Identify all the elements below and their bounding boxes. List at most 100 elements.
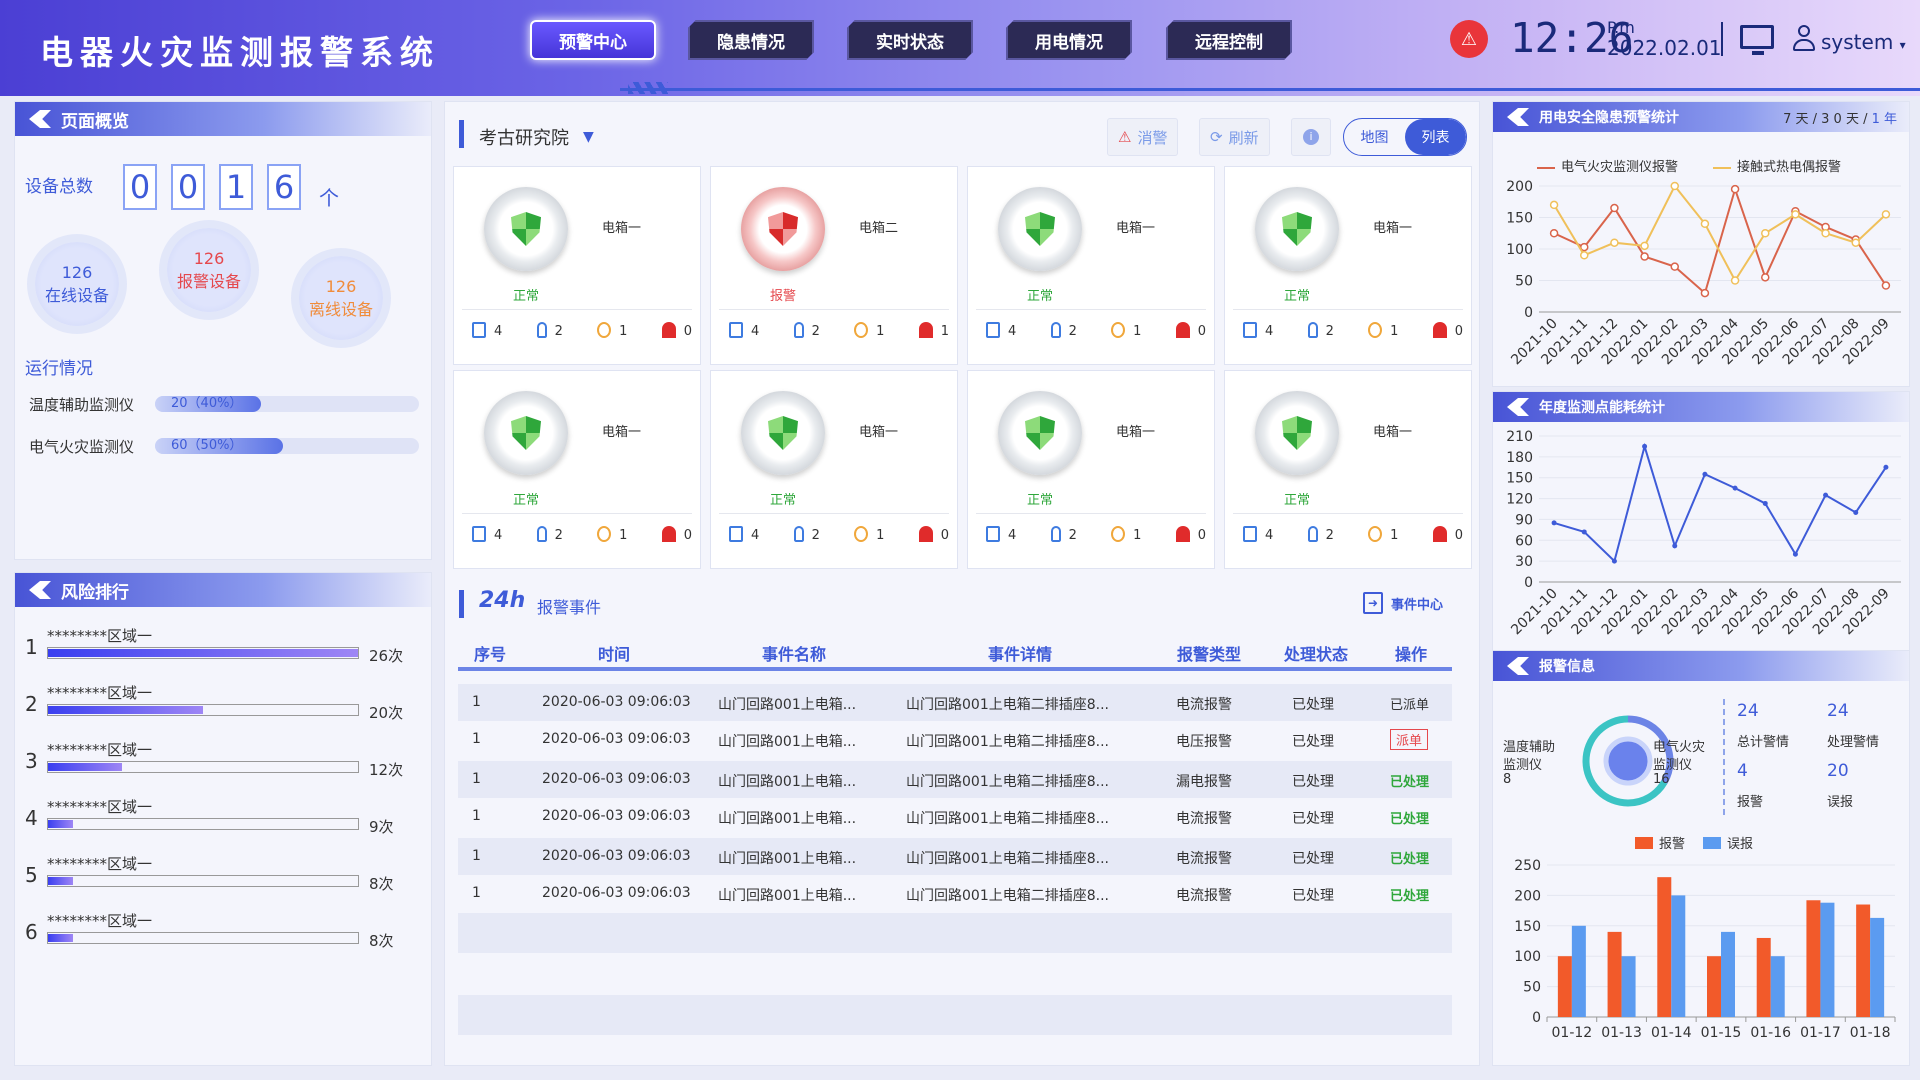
breaker-count: 4: [729, 526, 759, 543]
bar: [1671, 895, 1686, 1017]
device-card[interactable]: 电箱一 正常 4 2 1 0: [967, 370, 1215, 569]
status-shield-badge: [1255, 391, 1339, 475]
device-card[interactable]: 电箱一 正常 4 2 1 0: [967, 166, 1215, 365]
bar: [1707, 956, 1721, 1017]
location-dropdown[interactable]: 考古研究院 ▼: [479, 124, 594, 150]
clear-alarm-button[interactable]: ⚠ 消警: [1107, 118, 1179, 156]
device-card[interactable]: 电箱一 正常 4 2 1 0: [453, 370, 701, 569]
legend-swatch: [1635, 836, 1653, 849]
table-row[interactable]: 1 2020-06-03 09:06:03 山门回路001上电箱... 山门回路001…: [458, 761, 1452, 798]
siren-icon: [661, 322, 676, 338]
breaker-icon: [1243, 322, 1257, 338]
alarm-siren-icon[interactable]: ⚠: [1450, 20, 1488, 58]
rank-count: 9次: [369, 818, 394, 836]
legend-false-label: 误报: [1727, 837, 1754, 852]
device-name: 电箱一: [1373, 425, 1413, 440]
donut-center: [1603, 736, 1653, 786]
alarm-info-title-bar: 报警信息: [1493, 651, 1909, 681]
x-tick-label: 01-13: [1601, 1025, 1642, 1041]
stat-value: 4: [1008, 528, 1017, 543]
alarm-devices-bubble[interactable]: 126 报警设备: [167, 228, 251, 312]
shield-icon: [768, 212, 798, 246]
breaker-icon: [1243, 526, 1257, 542]
y-tick-label: 200: [1506, 179, 1533, 195]
table-row[interactable]: 1 2020-06-03 09:06:03 山门回路001上电箱... 山门回路001…: [458, 721, 1452, 758]
nav-power-usage[interactable]: 用电情况: [1006, 20, 1132, 60]
energy-line-chart: 03060901201501802102021-102021-112021-12…: [1506, 429, 1901, 638]
energy-panel: 年度监测点能耗统计 0 30 60 90 120 150 180 210 2021-10 2021…: [1492, 391, 1910, 651]
leakage-count: 1: [1368, 322, 1398, 339]
monitor-icon[interactable]: [1740, 25, 1774, 55]
table-row[interactable]: 1 2020-06-03 09:06:03 山门回路001上电箱... 山门回路001…: [458, 684, 1452, 721]
stat-value: 0: [683, 528, 692, 543]
action-link[interactable]: 已处理: [1390, 885, 1429, 904]
action-link[interactable]: 派单: [1390, 729, 1429, 750]
rank-bar: [47, 875, 359, 887]
clock-ampm: P.m: [1607, 18, 1635, 37]
card-divider: [1233, 513, 1463, 514]
rank-number: 2: [25, 692, 38, 716]
events-accent: [459, 590, 464, 618]
refresh-icon: ⟳: [1210, 128, 1223, 146]
info-button[interactable]: i: [1291, 118, 1331, 156]
action-link[interactable]: 已派单: [1390, 694, 1429, 713]
nav-hazards[interactable]: 隐患情况: [688, 20, 814, 60]
cell-index: 1: [472, 771, 481, 787]
device-card[interactable]: 电箱一 正常 4 2 1 0: [1224, 370, 1472, 569]
online-devices-bubble[interactable]: 126 在线设备: [35, 242, 119, 326]
device-card[interactable]: 电箱一 正常 4 2 1 0: [1224, 166, 1472, 365]
alarm-devices-value: 126: [193, 248, 225, 268]
safety-stats-panel: 用电安全隐患预警统计 7 天 / 3 0 天 / 1 年 电气火灾监测仪报警 接…: [1492, 101, 1910, 387]
list-view-toggle[interactable]: 列表: [1405, 119, 1466, 155]
refresh-button[interactable]: ⟳ 刷新: [1199, 118, 1270, 156]
breaker-count: 4: [472, 526, 502, 543]
device-stats: 4 2 1 0: [986, 526, 1206, 543]
action-link[interactable]: 已处理: [1390, 771, 1429, 790]
nav-realtime-status[interactable]: 实时状态: [847, 20, 973, 60]
siren-icon: [1432, 322, 1447, 338]
user-menu[interactable]: system ▾: [1821, 30, 1906, 54]
alarm-count: 0: [661, 526, 692, 543]
time-range-switch[interactable]: 7 天 / 3 0 天 / 1 年: [1783, 108, 1897, 127]
table-row[interactable]: 1 2020-06-03 09:06:03 山门回路001上电箱... 山门回路001…: [458, 838, 1452, 875]
cell-event-name: 山门回路001上电箱...: [718, 734, 857, 750]
alarm-count: 0: [661, 322, 692, 339]
cell-index: 1: [472, 848, 481, 864]
device-name: 电箱一: [1373, 221, 1413, 236]
y-tick-label: 150: [1506, 211, 1533, 227]
event-center-link[interactable]: ➜ 事件中心: [1363, 592, 1443, 614]
temp-sensor-count: 2: [1050, 322, 1077, 339]
y-tick-label: 100: [1506, 242, 1533, 258]
action-link[interactable]: 已处理: [1390, 848, 1429, 867]
bar: [1856, 904, 1871, 1017]
device-total-digit: 0: [123, 164, 157, 210]
cell-time: 2020-06-03 09:06:03: [542, 808, 691, 824]
cell-status: 已处理: [1292, 774, 1334, 790]
table-row[interactable]: 1 2020-06-03 09:06:03 山门回路001上电箱... 山门回路001…: [458, 798, 1452, 835]
nav-warning-center[interactable]: 预警中心: [530, 20, 656, 60]
shield-icon: [1025, 416, 1055, 450]
table-row[interactable]: 1 2020-06-03 09:06:03 山门回路001上电箱... 山门回路001…: [458, 875, 1452, 912]
user-icon[interactable]: [1793, 25, 1815, 53]
shield-icon: [768, 416, 798, 450]
safety-line-chart: 0501001502002021-102021-112021-122022-01…: [1506, 179, 1901, 368]
y-tick-label: 0: [1524, 305, 1533, 321]
data-point: [1610, 203, 1619, 213]
col-index: 序号: [474, 645, 507, 664]
offline-devices-bubble[interactable]: 126 离线设备: [299, 256, 383, 340]
nav-remote-control[interactable]: 远程控制: [1166, 20, 1292, 60]
stat-value: 2: [554, 528, 563, 543]
action-link[interactable]: 已处理: [1390, 808, 1429, 827]
rank-bar-fill: [48, 934, 73, 942]
cell-time: 2020-06-03 09:06:03: [542, 731, 691, 747]
y-tick-label: 0: [1524, 575, 1533, 591]
panel-logo-icon: [29, 581, 51, 599]
status-shield-badge: [484, 187, 568, 271]
device-card[interactable]: 电箱一 正常 4 2 1 0: [453, 166, 701, 365]
card-divider: [719, 513, 949, 514]
chevron-down-icon: ▾: [1899, 38, 1906, 52]
device-card[interactable]: 电箱一 正常 4 2 1 0: [710, 370, 958, 569]
data-point: [1761, 273, 1770, 282]
device-card[interactable]: 电箱二 报警 4 2 1 1: [710, 166, 958, 365]
map-view-toggle[interactable]: 地图: [1344, 119, 1405, 155]
